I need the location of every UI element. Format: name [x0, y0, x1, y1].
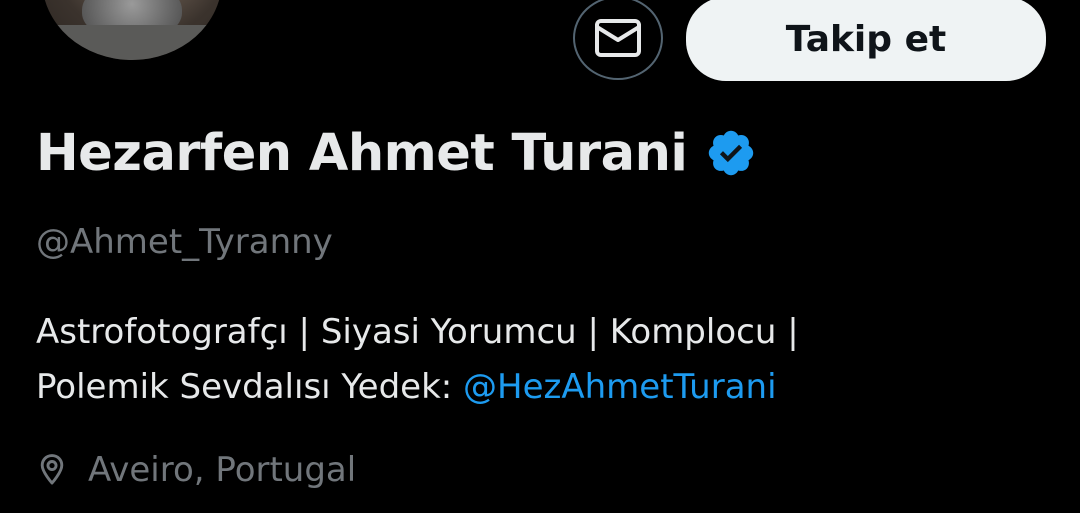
profile-location: Aveiro, Portugal [36, 450, 356, 490]
profile-bio: Astrofotografçı | Siyasi Yorumcu | Kompl… [36, 305, 1036, 415]
avatar-shirt-shape [42, 25, 222, 60]
name-row: Hezarfen Ahmet Turani [36, 118, 757, 188]
profile-header: Takip et Hezarfen Ahmet Turani @Ahmet_Ty… [0, 0, 1080, 513]
profile-avatar[interactable] [42, 0, 222, 60]
location-text: Aveiro, Portugal [88, 450, 357, 490]
bio-line-1: Astrofotografçı | Siyasi Yorumcu | Kompl… [36, 312, 799, 352]
verified-badge-icon[interactable] [705, 127, 757, 179]
envelope-icon [595, 19, 641, 57]
bio-line-2: Polemik Sevdalısı Yedek: @HezAhmetTurani [36, 360, 1036, 415]
bio-mention-link[interactable]: @HezAhmetTurani [463, 367, 776, 407]
bio-line-2-text: Polemik Sevdalısı Yedek: [36, 367, 464, 407]
display-name: Hezarfen Ahmet Turani [36, 123, 688, 183]
follow-button[interactable]: Takip et [686, 0, 1046, 81]
location-pin-icon [40, 454, 64, 485]
user-handle: @Ahmet_Tyranny [36, 222, 333, 262]
message-button[interactable] [573, 0, 663, 80]
